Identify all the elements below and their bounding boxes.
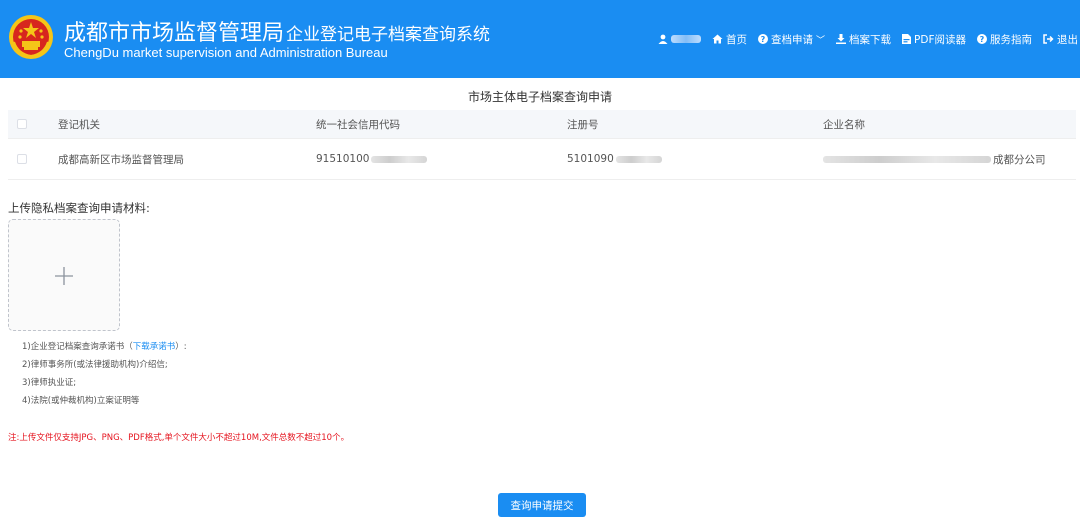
nav-home[interactable]: 首页 <box>712 32 747 47</box>
nav-logout[interactable]: 退出 <box>1043 32 1078 47</box>
plus-icon <box>55 267 73 285</box>
upload-notes: 1)企业登记档案查询承诺书（下载承诺书）: 2)律师事务所(或法律援助机构)介绍… <box>22 338 187 410</box>
redacted-text <box>823 156 991 163</box>
note-item: 4)法院(或仲裁机构)立案证明等 <box>22 396 140 406</box>
redacted-text <box>371 155 428 163</box>
header-bar: 成都市市场监督管理局 企业登记电子档案查询系统 ChengDu market su… <box>0 0 1080 78</box>
col-header-company-name: 企业名称 <box>823 118 865 131</box>
bureau-name: 成都市市场监督管理局 <box>64 21 285 46</box>
nav-download-label: 档案下载 <box>849 33 892 46</box>
cell-authority: 成都高新区市场监督管理局 <box>58 153 184 166</box>
pdf-icon <box>902 34 912 44</box>
table-row: 成都高新区市场监督管理局 91510100 5101090 成都分公司 <box>8 139 1076 180</box>
download-icon <box>836 34 847 44</box>
user-name-redacted <box>671 35 702 43</box>
nav-logout-label: 退出 <box>1057 33 1078 46</box>
nav-download[interactable]: 档案下载 <box>836 32 891 47</box>
system-title: 成都市市场监督管理局 企业登记电子档案查询系统 <box>64 15 490 47</box>
upload-dropzone[interactable] <box>8 219 120 331</box>
chevron-down-icon: ﹀ <box>816 35 826 46</box>
col-header-reg-no: 注册号 <box>567 118 599 131</box>
company-name-visible: 成都分公司 <box>993 153 1046 166</box>
home-icon <box>712 34 723 44</box>
nav-apply-label: 查档申请 <box>771 33 814 46</box>
reg-no-visible: 5101090 <box>567 153 614 165</box>
nav-home-label: 首页 <box>726 33 748 46</box>
logout-icon <box>1043 34 1054 44</box>
nav-guide-label: 服务指南 <box>990 33 1032 46</box>
nav-apply-dropdown[interactable]: ? 查档申请 ﹀ <box>758 32 825 47</box>
upload-warning: 注:上传文件仅支持JPG、PNG、PDF格式,单个文件大小不超过10M,文件总数… <box>8 433 350 443</box>
upload-label: 上传隐私档案查询申请材料: <box>8 201 150 215</box>
top-nav: 首页 ? 查档申请 ﹀ 档案下载 PDF阅读器 ? 服务指南 退出 <box>647 30 1078 48</box>
note-1-text: 1)企业登记档案查询承诺书（ <box>22 342 133 352</box>
cell-reg-no: 5101090 <box>567 153 823 165</box>
national-emblem-logo <box>9 15 53 59</box>
redacted-text <box>615 155 662 163</box>
question-icon: ? <box>758 34 769 44</box>
cell-company-name: 成都分公司 <box>823 152 1076 167</box>
svg-text:?: ? <box>980 35 985 44</box>
cell-credit-code: 91510100 <box>316 153 567 165</box>
col-header-credit-code: 统一社会信用代码 <box>316 118 400 131</box>
question-icon: ? <box>977 34 987 44</box>
table-header: 登记机关 统一社会信用代码 注册号 企业名称 <box>8 110 1076 139</box>
bureau-name-english: ChengDu market supervision and Administr… <box>64 45 388 60</box>
user-menu[interactable] <box>658 34 702 44</box>
note-1-suffix: ）: <box>175 342 187 352</box>
nav-guide[interactable]: ? 服务指南 <box>977 32 1032 47</box>
user-icon <box>658 34 668 44</box>
download-commitment-link[interactable]: 下载承诺书 <box>133 342 176 352</box>
note-item: 3)律师执业证; <box>22 378 77 388</box>
system-name: 企业登记电子档案查询系统 <box>286 25 491 45</box>
row-checkbox[interactable] <box>17 154 27 164</box>
entity-table: 登记机关 统一社会信用代码 注册号 企业名称 成都高新区市场监督管理局 9151… <box>8 110 1076 180</box>
page-title: 市场主体电子档案查询申请 <box>467 90 612 104</box>
credit-code-visible: 91510100 <box>316 153 370 165</box>
note-item: 1)企业登记档案查询承诺书（下载承诺书）: <box>22 338 187 356</box>
svg-text:?: ? <box>761 35 766 44</box>
note-item: 2)律师事务所(或法律援助机构)介绍信; <box>22 360 168 370</box>
nav-pdf-reader[interactable]: PDF阅读器 <box>902 32 966 47</box>
nav-pdf-reader-label: PDF阅读器 <box>914 33 966 46</box>
submit-query-button[interactable]: 查询申请提交 <box>498 493 586 517</box>
col-header-authority: 登记机关 <box>58 118 100 131</box>
select-all-checkbox[interactable] <box>17 119 27 129</box>
